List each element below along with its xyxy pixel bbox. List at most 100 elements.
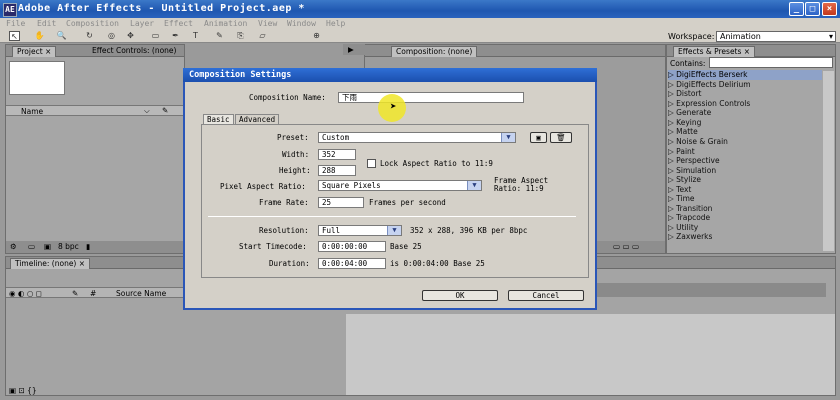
lock-aspect-label: Lock Aspect Ratio to 11:9: [380, 159, 493, 168]
preset-label: Preset:: [277, 133, 309, 142]
bpc-label[interactable]: 8 bpc: [58, 242, 79, 251]
duration-info: is 0:00:04:00 Base 25: [390, 259, 485, 268]
tab-project[interactable]: Project ×: [12, 46, 57, 57]
preset-dropdown[interactable]: Custom ▼: [318, 132, 516, 143]
resolution-info: 352 x 288, 396 KB per 8bpc: [410, 226, 528, 235]
hand-icon[interactable]: ✋: [34, 31, 45, 41]
effect-category[interactable]: ▷ DigiEffects Berserk: [668, 70, 822, 80]
new-comp-icon[interactable]: ▣: [44, 242, 51, 251]
time-ruler[interactable]: [596, 283, 826, 297]
zoom-icon[interactable]: 🔍: [56, 31, 67, 41]
text-icon[interactable]: T: [190, 31, 201, 41]
effect-category-label: Time: [676, 194, 695, 203]
selection-arrow-icon[interactable]: ↖: [9, 31, 20, 41]
width-input[interactable]: 352: [318, 149, 356, 160]
effect-category[interactable]: ▷ Matte: [668, 127, 822, 137]
tab-composition[interactable]: Composition: (none): [391, 46, 478, 57]
effect-category-label: Zaxwerks: [676, 232, 713, 241]
tab-effect-controls[interactable]: Effect Controls: (none): [88, 46, 180, 56]
menu-layer[interactable]: Layer: [130, 18, 154, 30]
close-button[interactable]: ×: [822, 2, 837, 16]
axis-icon[interactable]: ⊕: [311, 31, 322, 41]
effect-category-label: Keying: [676, 118, 702, 127]
tools-toolbar: ↖ ✋ 🔍 ↻ ◎ ✥ ▭ ✒ T ✎ ⎘ ▱ ⊕ Workspace: Ani…: [0, 30, 840, 43]
tab-timeline[interactable]: Timeline: (none) ×: [10, 258, 91, 269]
menu-effect[interactable]: Effect: [164, 18, 193, 30]
number-column[interactable]: #: [90, 289, 96, 298]
panel-menu-icon: ▶: [348, 45, 354, 54]
divider: [208, 216, 576, 217]
menu-edit[interactable]: Edit: [37, 18, 56, 30]
effects-scrollbar[interactable]: [823, 71, 834, 251]
tab-effects-presets[interactable]: Effects & Presets ×: [673, 46, 756, 57]
menu-animation[interactable]: Animation: [204, 18, 247, 30]
lock-aspect-checkbox[interactable]: [367, 159, 376, 168]
menu-view[interactable]: View: [258, 18, 277, 30]
effect-category[interactable]: ▷ Zaxwerks: [668, 232, 822, 242]
preset-value: Custom: [322, 133, 350, 142]
effect-category[interactable]: ▷ Trapcode: [668, 213, 822, 223]
menu-window[interactable]: Window: [287, 18, 316, 30]
view-options-icon[interactable]: ▭ ▭ ▭: [613, 242, 639, 251]
duration-label: Duration:: [269, 259, 310, 268]
track-xy-icon[interactable]: ✥: [125, 31, 136, 41]
trash-icon[interactable]: ▮: [86, 242, 90, 251]
title-bar: AE Adobe After Effects - Untitled Projec…: [0, 0, 840, 18]
window-title: Adobe After Effects - Untitled Project.a…: [18, 3, 305, 14]
effect-category[interactable]: ▷ Distort: [668, 89, 822, 99]
width-value: 352: [322, 150, 336, 159]
frame-rate-value: 25: [322, 198, 332, 207]
eraser-icon[interactable]: ▱: [257, 31, 268, 41]
menu-file[interactable]: File: [6, 18, 25, 30]
duration-input[interactable]: 0:00:04:00: [318, 258, 386, 269]
frame-aspect-ratio: Ratio: 11:9: [494, 184, 544, 193]
workspace-dropdown[interactable]: Animation: [716, 31, 836, 42]
rotate-icon[interactable]: ↻: [84, 31, 95, 41]
effect-category[interactable]: ▷ Perspective: [668, 156, 822, 166]
menu-composition[interactable]: Composition: [66, 18, 119, 30]
project-column-header: Name ⌵ ✎: [6, 105, 184, 116]
start-timecode-input[interactable]: 0:00:00:00: [318, 241, 386, 252]
interpret-footage-icon[interactable]: ⚙: [10, 242, 17, 251]
new-folder-icon[interactable]: ▭: [28, 242, 35, 251]
label-column-icon[interactable]: ✎: [72, 289, 78, 298]
comp-name-input[interactable]: 下雨: [338, 92, 524, 103]
orbit-camera-icon[interactable]: ◎: [106, 31, 117, 41]
effect-category[interactable]: ▷ Time: [668, 194, 822, 204]
timeline-track-area[interactable]: [346, 314, 835, 395]
contains-search-input[interactable]: [709, 57, 833, 68]
save-preset-icon[interactable]: ▣: [530, 132, 547, 143]
av-features-icons[interactable]: ◉ ◐ ○ ◻: [9, 289, 42, 298]
maximize-button[interactable]: □: [805, 2, 820, 16]
pen-icon[interactable]: ✒: [170, 31, 181, 41]
chevron-down-icon: ▼: [467, 181, 481, 190]
resolution-value: Full: [322, 226, 341, 235]
resolution-label: Resolution:: [259, 226, 309, 235]
frame-rate-input[interactable]: 25: [318, 197, 364, 208]
resolution-dropdown[interactable]: Full ▼: [318, 225, 402, 236]
source-name-column[interactable]: Source Name: [116, 289, 166, 298]
contains-label: Contains:: [670, 59, 706, 68]
menu-help[interactable]: Help: [326, 18, 345, 30]
rectangle-mask-icon[interactable]: ▭: [150, 31, 161, 41]
effect-category[interactable]: ▷ Noise & Grain: [668, 137, 822, 147]
effect-category-label: DigiEffects Berserk: [676, 70, 748, 79]
delete-preset-icon[interactable]: 🗑: [550, 132, 572, 143]
composition-settings-dialog: Composition Settings Composition Name: 下…: [183, 68, 597, 310]
sort-chevron-icon[interactable]: ⌵: [144, 106, 150, 116]
ok-button[interactable]: OK: [422, 290, 498, 301]
pixel-aspect-dropdown[interactable]: Square Pixels ▼: [318, 180, 482, 191]
brush-icon[interactable]: ✎: [214, 31, 225, 41]
effect-category-label: Distort: [676, 89, 702, 98]
effect-category[interactable]: ▷ Stylize: [668, 175, 822, 185]
cancel-button[interactable]: Cancel: [508, 290, 584, 301]
effect-category[interactable]: ▷ Generate: [668, 108, 822, 118]
height-input[interactable]: 288: [318, 165, 356, 176]
panel-menu-arrow[interactable]: ▶: [343, 44, 365, 55]
minimize-button[interactable]: _: [789, 2, 804, 16]
timeline-footer-icons[interactable]: ▣ ⊡ {}: [9, 386, 37, 395]
start-timecode-base: Base 25: [390, 242, 422, 251]
label-tag-icon[interactable]: ✎: [162, 106, 168, 115]
column-name[interactable]: Name: [21, 107, 43, 116]
clone-stamp-icon[interactable]: ⎘: [235, 31, 246, 41]
